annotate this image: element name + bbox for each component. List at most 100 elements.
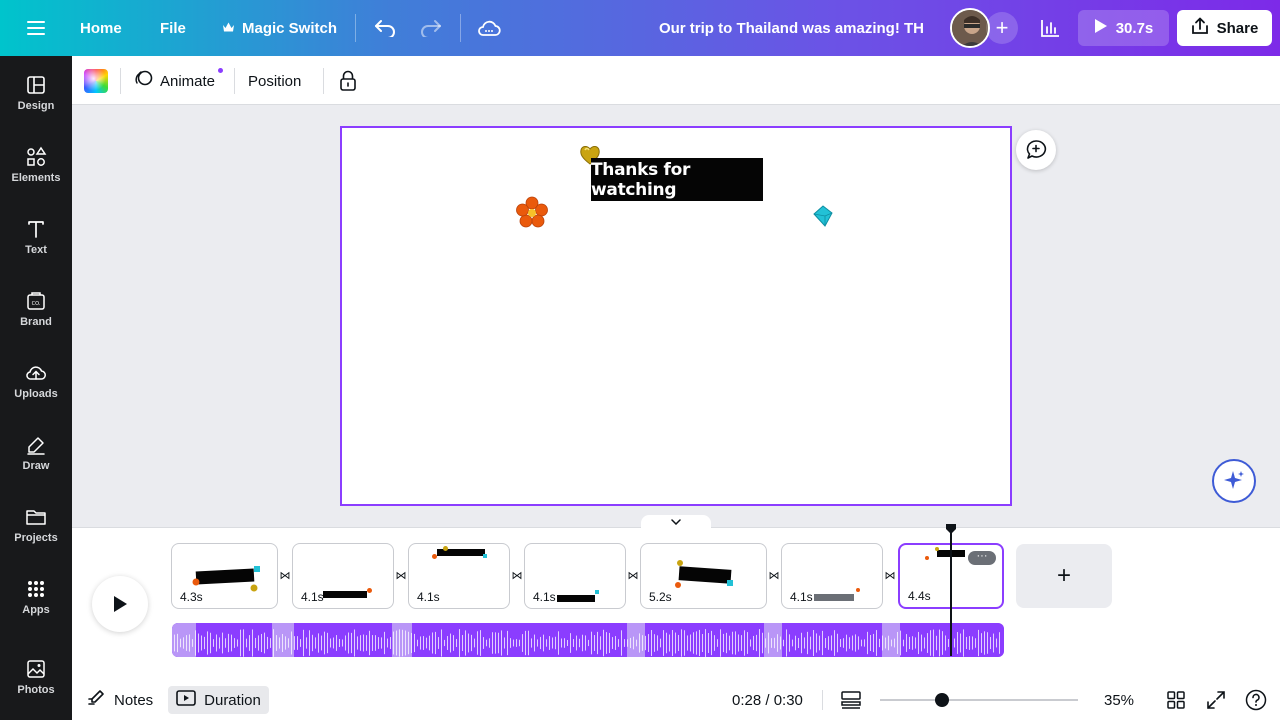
- sidebar-item-label: Draw: [22, 460, 50, 472]
- audio-track[interactable]: [172, 623, 1004, 657]
- teal-gem-sticker[interactable]: [811, 204, 835, 233]
- clip-more-options-icon[interactable]: ···: [968, 551, 996, 565]
- design-title[interactable]: Our trip to Thailand was amazing! TH: [659, 0, 924, 56]
- cloud-saved-icon[interactable]: [473, 12, 505, 44]
- timeline-clip-1[interactable]: 4.3s: [171, 543, 278, 609]
- notes-button[interactable]: Notes: [86, 686, 153, 714]
- clip-duration: 4.1s: [533, 590, 556, 604]
- sidebar-item-brand[interactable]: CO. Brand: [0, 278, 72, 340]
- clip-thumbnail-sticker: [935, 547, 939, 551]
- sidebar-item-apps[interactable]: Apps: [0, 566, 72, 628]
- clip-duration: 4.1s: [301, 590, 324, 604]
- play-duration: 30.7s: [1115, 19, 1154, 37]
- top-bar: Home File Magic Switch Our trip to Thail…: [0, 0, 1280, 56]
- design-icon: [27, 76, 45, 94]
- zoom-slider-track[interactable]: [880, 699, 1078, 701]
- clip-thumbnail-sticker: [367, 588, 372, 593]
- left-sidebar: Design Elements Text CO. Brand Uploads D…: [0, 56, 72, 720]
- playhead-line[interactable]: [950, 532, 952, 656]
- position-button[interactable]: Position: [248, 64, 301, 98]
- canvas-page[interactable]: Thanks for watching: [340, 126, 1012, 506]
- clip-thumbnail-sticker: [432, 554, 437, 559]
- transition-icon[interactable]: ⋈: [767, 568, 781, 582]
- timeline-clip-6[interactable]: 4.1s: [781, 543, 883, 609]
- svg-text:CO.: CO.: [32, 301, 41, 307]
- magic-assistant-sparkle-icon[interactable]: [1212, 459, 1256, 503]
- clip-thumbnail-text: [678, 566, 732, 584]
- notes-pencil-icon: [86, 689, 106, 711]
- clip-duration: 4.1s: [790, 590, 813, 604]
- brand-icon: CO.: [27, 292, 45, 310]
- clip-thumbnail-sticker: [727, 580, 733, 586]
- animate-label: Animate: [160, 72, 216, 90]
- timeline-clip-5[interactable]: 5.2s: [640, 543, 767, 609]
- duration-label: Duration: [204, 691, 261, 709]
- share-label: Share: [1216, 19, 1259, 37]
- insights-chart-icon[interactable]: [1032, 10, 1068, 46]
- color-picker-swatch[interactable]: [84, 69, 108, 93]
- magic-switch-button[interactable]: Magic Switch: [222, 0, 337, 56]
- invite-plus-icon[interactable]: +: [986, 12, 1018, 44]
- clip-thumbnail-text: [557, 595, 595, 602]
- divider: [822, 690, 823, 710]
- help-icon[interactable]: [1244, 688, 1268, 712]
- timeline-play-button[interactable]: [92, 576, 148, 632]
- clip-duration: 5.2s: [649, 590, 672, 604]
- clip-thumbnail-sticker: [677, 560, 683, 566]
- share-button[interactable]: Share: [1177, 10, 1272, 46]
- clip-thumbnail-sticker: [443, 546, 448, 551]
- zoom-slider-handle[interactable]: [935, 693, 949, 707]
- timeline-clip-2[interactable]: 4.1s: [292, 543, 394, 609]
- grid-view-icon[interactable]: [1164, 688, 1188, 712]
- orange-flower-sticker[interactable]: [515, 196, 549, 235]
- transition-icon[interactable]: ⋈: [626, 568, 640, 582]
- sidebar-item-elements[interactable]: Elements: [0, 134, 72, 196]
- clip-thumbnail-sticker: [192, 578, 200, 586]
- transition-icon[interactable]: ⋈: [394, 568, 408, 582]
- transition-icon[interactable]: ⋈: [510, 568, 524, 582]
- undo-icon[interactable]: [369, 12, 401, 44]
- add-comment-icon[interactable]: [1016, 130, 1056, 170]
- fullscreen-icon[interactable]: [1204, 688, 1228, 712]
- scene-view-icon[interactable]: [839, 688, 863, 712]
- transition-icon[interactable]: ⋈: [883, 568, 897, 582]
- sidebar-item-label: Design: [17, 100, 55, 112]
- sidebar-item-label: Text: [25, 244, 47, 256]
- clip-thumbnail-text: [323, 591, 367, 598]
- divider: [234, 68, 235, 94]
- timeline-clip-4[interactable]: 4.1s: [524, 543, 626, 609]
- sidebar-item-label: Projects: [14, 532, 58, 544]
- avatar[interactable]: [950, 8, 990, 48]
- zoom-level[interactable]: 35%: [1104, 686, 1134, 714]
- uploads-icon: [26, 366, 46, 380]
- timeline-clip-3[interactable]: 4.1s: [408, 543, 510, 609]
- present-play-button[interactable]: 30.7s: [1078, 10, 1169, 46]
- animate-button[interactable]: Animate: [134, 64, 215, 98]
- sidebar-item-projects[interactable]: Projects: [0, 494, 72, 556]
- transition-icon[interactable]: ⋈: [278, 568, 292, 582]
- menu-icon[interactable]: [20, 12, 52, 44]
- thanks-text-box[interactable]: Thanks for watching: [591, 158, 763, 201]
- sidebar-item-label: Photos: [17, 684, 55, 696]
- sidebar-item-design[interactable]: Design: [0, 62, 72, 124]
- time-readout: 0:28 / 0:30: [732, 691, 803, 709]
- add-page-button[interactable]: +: [1016, 544, 1112, 608]
- collapse-timeline-chevron-icon[interactable]: [641, 515, 711, 529]
- photos-icon: [27, 660, 45, 678]
- divider: [120, 68, 121, 94]
- file-menu-button[interactable]: File: [160, 0, 186, 56]
- animate-icon: [134, 69, 154, 93]
- sidebar-item-uploads[interactable]: Uploads: [0, 350, 72, 412]
- sidebar-item-draw[interactable]: Draw: [0, 422, 72, 484]
- divider: [323, 68, 324, 94]
- home-button[interactable]: Home: [80, 0, 122, 56]
- duration-button[interactable]: Duration: [168, 686, 269, 714]
- redo-icon[interactable]: [415, 12, 447, 44]
- clip-thumbnail-sticker: [675, 582, 681, 588]
- divider: [355, 14, 356, 42]
- magic-switch-label: Magic Switch: [242, 19, 338, 37]
- lock-icon[interactable]: [336, 68, 360, 94]
- sidebar-item-photos[interactable]: Photos: [0, 646, 72, 708]
- share-upload-icon: [1191, 17, 1209, 39]
- sidebar-item-text[interactable]: Text: [0, 206, 72, 268]
